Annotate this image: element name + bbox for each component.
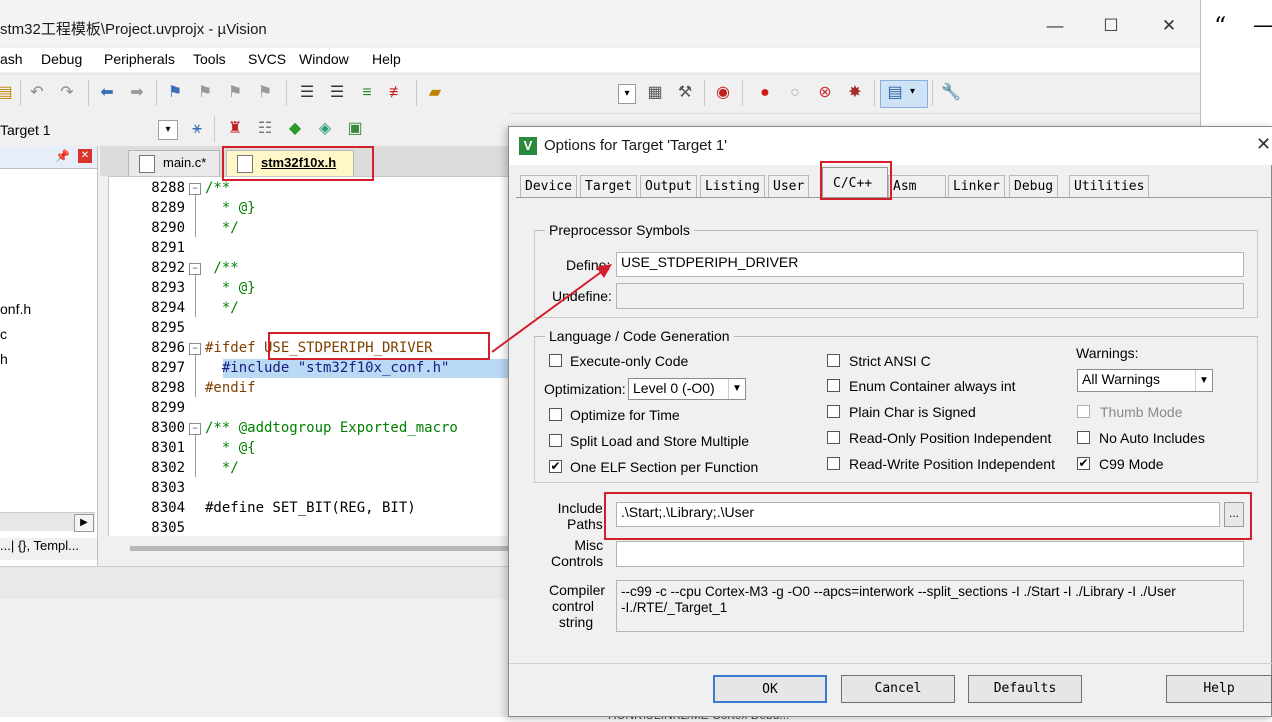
annotation-arrow — [491, 264, 612, 353]
arrow-line — [491, 269, 605, 353]
arrow-head — [596, 264, 612, 278]
